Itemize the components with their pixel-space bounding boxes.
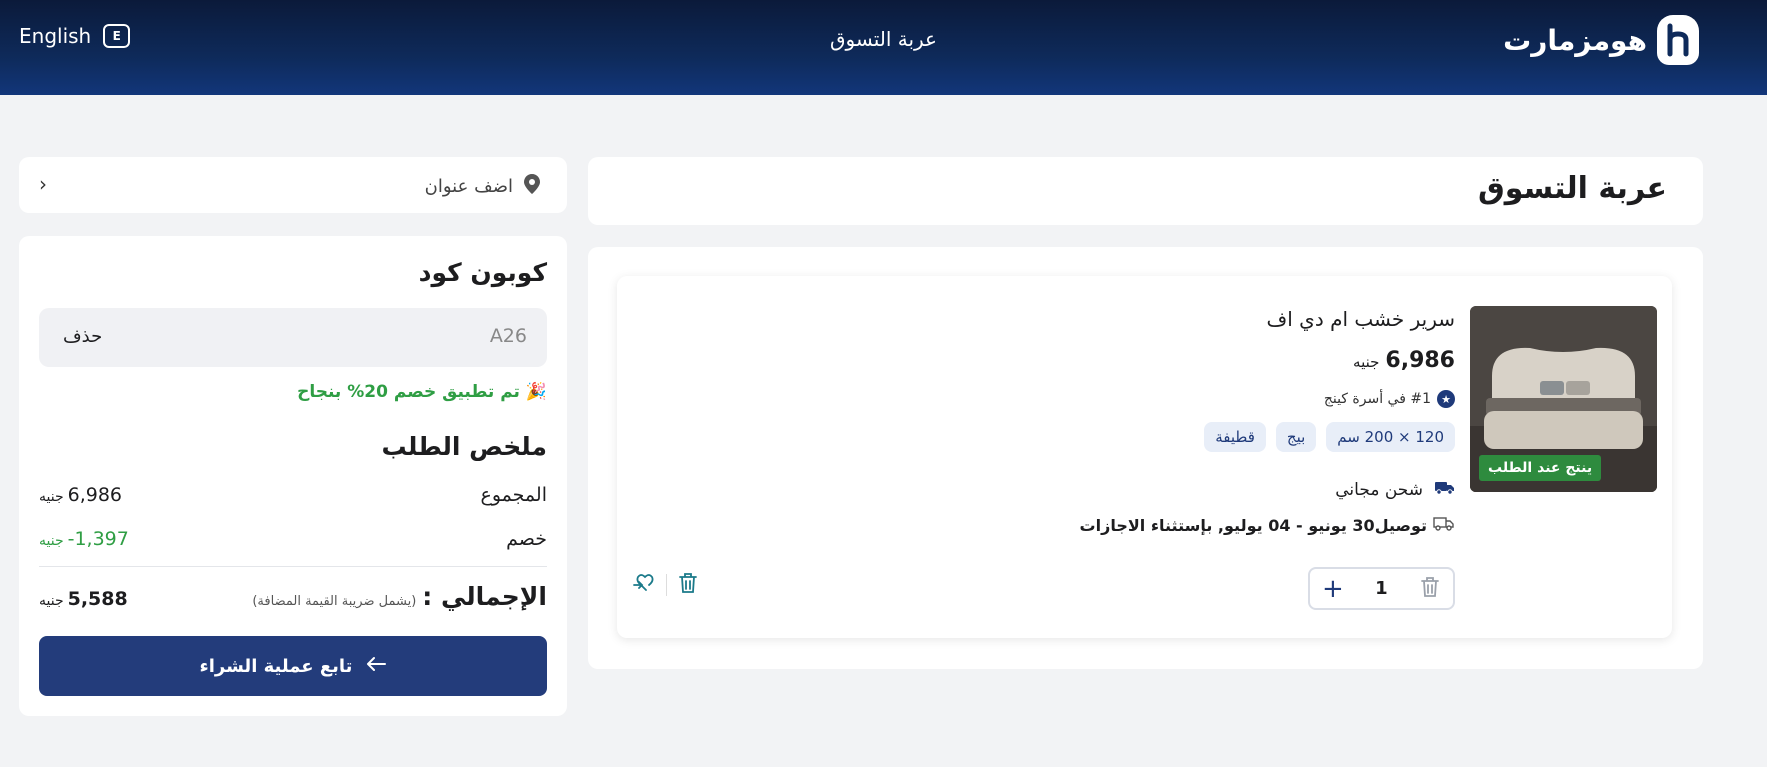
- made-to-order-badge: ينتج عند الطلب: [1479, 455, 1602, 481]
- shipping-truck-icon: [1435, 479, 1455, 500]
- delivery-estimate: توصيل30 يونيو - 04 يوليو, بإستثناء الاجا…: [1080, 515, 1455, 535]
- move-to-wishlist-icon[interactable]: [632, 571, 656, 599]
- total-label: الإجمالي :: [422, 582, 547, 611]
- subtotal-value: 6,986: [67, 484, 123, 506]
- discount-value: -1,397: [67, 528, 129, 550]
- coupon-code-value: A26: [489, 325, 527, 347]
- price-currency: جنيه: [1353, 353, 1380, 371]
- bestseller-rank: ★ #1 في أسرة كينج: [1324, 390, 1455, 408]
- subtotal-label: المجموع: [480, 484, 547, 506]
- attribute-tag-material: قطيفة: [1204, 422, 1266, 452]
- subtotal-currency: جنيه: [39, 489, 64, 505]
- top-header: English E عربة التسوق هومزمارت: [0, 0, 1767, 95]
- delivery-text: توصيل30 يونيو - 04 يوليو, بإستثناء الاجا…: [1079, 515, 1427, 535]
- action-divider: [666, 574, 667, 596]
- vat-note: (يشمل ضريبة القيمة المضافة): [252, 594, 417, 609]
- shipping-text: شحن مجاني: [1335, 479, 1423, 500]
- delivery-truck-icon: [1433, 515, 1455, 535]
- discount-amount: -1,397 جنيه: [39, 528, 129, 550]
- product-attributes: 120 × 200 سم بيج قطيفة: [1204, 422, 1455, 452]
- page-title-card: عربة التسوق: [588, 157, 1703, 225]
- checkout-label: تابع عملية الشراء: [199, 655, 353, 677]
- product-name[interactable]: سرير خشب ام دي اف: [1267, 307, 1455, 331]
- star-badge-icon: ★: [1437, 390, 1455, 408]
- product-image[interactable]: ينتج عند الطلب: [1470, 306, 1657, 492]
- brand-name: هومزمارت: [1503, 23, 1647, 57]
- total-row: الإجمالي : (يشمل ضريبة القيمة المضافة) 5…: [39, 582, 547, 611]
- attribute-tag-color: بيج: [1275, 422, 1317, 452]
- brand-logo[interactable]: هومزمارت: [1503, 15, 1699, 65]
- coupon-remove-button[interactable]: حذف: [63, 326, 102, 347]
- location-pin-icon: [523, 173, 541, 200]
- product-price: 6,986 جنيه: [1353, 348, 1455, 373]
- cart-items-panel: ينتج عند الطلب سرير خشب ام دي اف 6,986 ج…: [588, 247, 1703, 669]
- page-title: عربة التسوق: [1477, 171, 1667, 206]
- free-shipping: شحن مجاني: [1335, 479, 1455, 500]
- coupon-success-message: 🎉 تم تطبيق خصم 20% بنجاح: [297, 382, 547, 402]
- summary-divider: [39, 566, 547, 567]
- header-title: عربة التسوق: [830, 27, 937, 51]
- rank-text: #1 في أسرة كينج: [1323, 391, 1431, 407]
- coupon-heading: كوبون كود: [418, 258, 547, 287]
- quantity-delete-icon[interactable]: [1419, 575, 1441, 603]
- price-value: 6,986: [1385, 348, 1455, 373]
- cart-item: ينتج عند الطلب سرير خشب ام دي اف 6,986 ج…: [617, 276, 1672, 638]
- total-currency: جنيه: [39, 593, 64, 609]
- total-value: 5,588: [67, 588, 128, 610]
- address-label-group: اضف عنوان: [425, 173, 541, 200]
- order-summary-panel: كوبون كود A26 حذف 🎉 تم تطبيق خصم 20% بنج…: [19, 236, 567, 716]
- total-label-group: الإجمالي : (يشمل ضريبة القيمة المضافة): [252, 582, 547, 611]
- brand-logo-icon: [1657, 15, 1699, 65]
- subtotal-row: المجموع 6,986 جنيه: [39, 484, 547, 506]
- coupon-field[interactable]: A26 حذف: [39, 308, 547, 367]
- chevron-right-icon: ›: [39, 172, 47, 196]
- order-summary-heading: ملخص الطلب: [381, 432, 548, 461]
- total-amount: 5,588 جنيه: [39, 588, 128, 610]
- discount-row: خصم -1,397 جنيه: [39, 528, 547, 550]
- attribute-tag-size: 120 × 200 سم: [1326, 422, 1455, 452]
- discount-currency: جنيه: [39, 533, 64, 549]
- quantity-plus-icon[interactable]: +: [1322, 576, 1344, 602]
- item-actions: [632, 571, 699, 599]
- add-address-row[interactable]: اضف عنوان ›: [19, 157, 567, 213]
- checkout-button[interactable]: تابع عملية الشراء: [39, 636, 547, 696]
- remove-item-icon[interactable]: [677, 571, 699, 599]
- subtotal-amount: 6,986 جنيه: [39, 484, 122, 506]
- address-label: اضف عنوان: [424, 176, 513, 197]
- quantity-stepper: 1 +: [1308, 567, 1455, 610]
- quantity-value: 1: [1375, 578, 1388, 599]
- arrow-left-icon: [366, 656, 387, 677]
- discount-label: خصم: [506, 528, 547, 550]
